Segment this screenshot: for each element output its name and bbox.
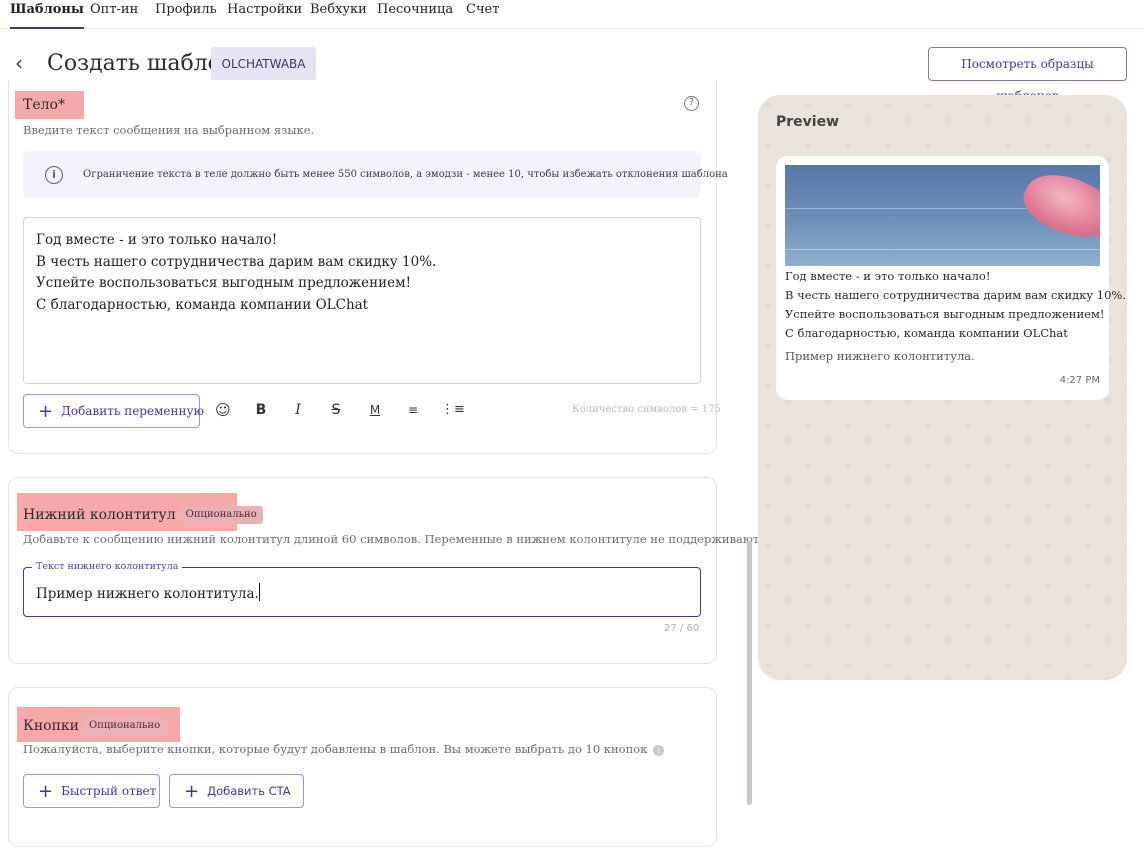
text-caret	[258, 583, 260, 601]
tab-webhooks[interactable]: Вебхуки	[310, 0, 367, 29]
account-chip: OLCHATWABA	[211, 47, 316, 81]
quick-reply-label: Быстрый ответ	[61, 784, 157, 798]
info-icon: i	[45, 166, 63, 184]
footer-field-text: Пример нижнего колонтитула.	[36, 586, 259, 602]
bullet-list-icon[interactable]: ⋮≡	[441, 401, 465, 419]
footer-text-field[interactable]: Текст нижнего колонтитула Пример нижнего…	[23, 560, 701, 617]
plus-icon: +	[184, 781, 200, 802]
char-count: Количество символов = 175	[572, 404, 721, 415]
petal-shape	[1015, 165, 1100, 252]
add-variable-button[interactable]: + Добавить переменную	[23, 394, 204, 428]
header-image	[785, 165, 1100, 266]
strikethrough-icon[interactable]: S	[327, 401, 345, 419]
body-line: С благодарностью, команда компании OLCha…	[36, 296, 369, 313]
image-line	[785, 249, 1100, 250]
tab-billing[interactable]: Счет	[466, 0, 499, 29]
tab-sandbox[interactable]: Песочница	[377, 0, 453, 29]
quick-reply-button[interactable]: + Быстрый ответ	[23, 774, 160, 808]
message-bubble: Год вместе - и это только начало! В чест…	[776, 156, 1126, 400]
page-title: Создать шаблон	[47, 51, 236, 76]
message-line: С благодарностью, команда компании OLCha…	[785, 326, 1068, 340]
message-time: 4:27 PM	[1059, 375, 1100, 386]
optional-badge: Опционально	[179, 506, 263, 524]
body-line: Год вместе - и это только начало!	[36, 232, 278, 248]
help-icon[interactable]: ?	[684, 96, 699, 111]
scrollbar[interactable]	[747, 541, 752, 805]
tab-templates[interactable]: Шаблоны	[10, 0, 84, 29]
buttons-description: Пожалуйста, выберите кнопки, которые буд…	[23, 741, 665, 757]
add-cta-button[interactable]: + Добавить CTA	[169, 774, 304, 808]
message-line: Год вместе - и это только начало!	[785, 269, 991, 283]
plus-icon: +	[38, 401, 54, 422]
italic-icon[interactable]: I	[289, 401, 307, 419]
preview-panel: Preview Год вместе - и это только начало…	[758, 95, 1127, 680]
top-nav: Шаблоны Опт-ин Профиль Настройки Вебхуки…	[0, 0, 1143, 29]
body-textarea[interactable]: Год вместе - и это только начало! В чест…	[23, 217, 701, 384]
tab-opt-in[interactable]: Опт-ин	[90, 0, 138, 29]
optional-badge: Опционально	[83, 717, 167, 735]
footer-title: Нижний колонтитул Опционально	[23, 505, 263, 525]
info-icon[interactable]: i	[653, 745, 665, 756]
add-variable-label: Добавить переменную	[61, 404, 205, 418]
view-samples-button[interactable]: Посмотреть образцы шаблонов	[928, 47, 1127, 103]
message-line: В честь нашего сотрудничества дарим вам …	[785, 288, 1127, 302]
preview-title: Preview	[776, 114, 840, 130]
buttons-title: Кнопки Опционально	[23, 716, 167, 736]
numbered-list-icon[interactable]: ≡	[404, 401, 422, 419]
body-title: Тело*	[23, 97, 65, 113]
tab-profile[interactable]: Профиль	[155, 0, 217, 29]
footer-counter: 27 / 60	[664, 623, 700, 634]
footer-title-label: Нижний колонтитул	[23, 507, 176, 523]
info-text: Ограничение текста в теле должно быть ме…	[83, 169, 728, 180]
body-line: В честь нашего сотрудничества дарим вам …	[36, 253, 437, 270]
footer-description: Добавьте к сообщению нижний колонтитул д…	[23, 532, 777, 546]
emoji-icon[interactable]: ☺	[214, 401, 232, 419]
info-banner: i Ограничение текста в теле должно быть …	[23, 151, 728, 198]
body-line: Успейте воспользоваться выгодным предлож…	[36, 275, 412, 291]
body-description: Введите текст сообщения на выбранном язы…	[23, 123, 315, 137]
monospace-icon[interactable]: M	[366, 401, 384, 419]
add-cta-label: Добавить CTA	[207, 784, 291, 798]
footer-field-value: Пример нижнего колонтитула.	[36, 583, 260, 604]
tab-settings[interactable]: Настройки	[227, 0, 302, 29]
message-text: Год вместе - и это только начало! В чест…	[785, 267, 1126, 343]
back-arrow-icon[interactable]: ‹	[15, 53, 35, 73]
footer-field-label: Текст нижнего колонтитула	[32, 560, 183, 574]
message-line: Успейте воспользоваться выгодным предлож…	[785, 307, 1105, 321]
message-footer: Пример нижнего колонтитула.	[785, 349, 975, 363]
bold-icon[interactable]: B	[252, 401, 270, 419]
buttons-title-label: Кнопки	[23, 718, 80, 734]
plus-icon: +	[38, 781, 54, 802]
buttons-description-text: Пожалуйста, выберите кнопки, которые буд…	[23, 742, 648, 756]
